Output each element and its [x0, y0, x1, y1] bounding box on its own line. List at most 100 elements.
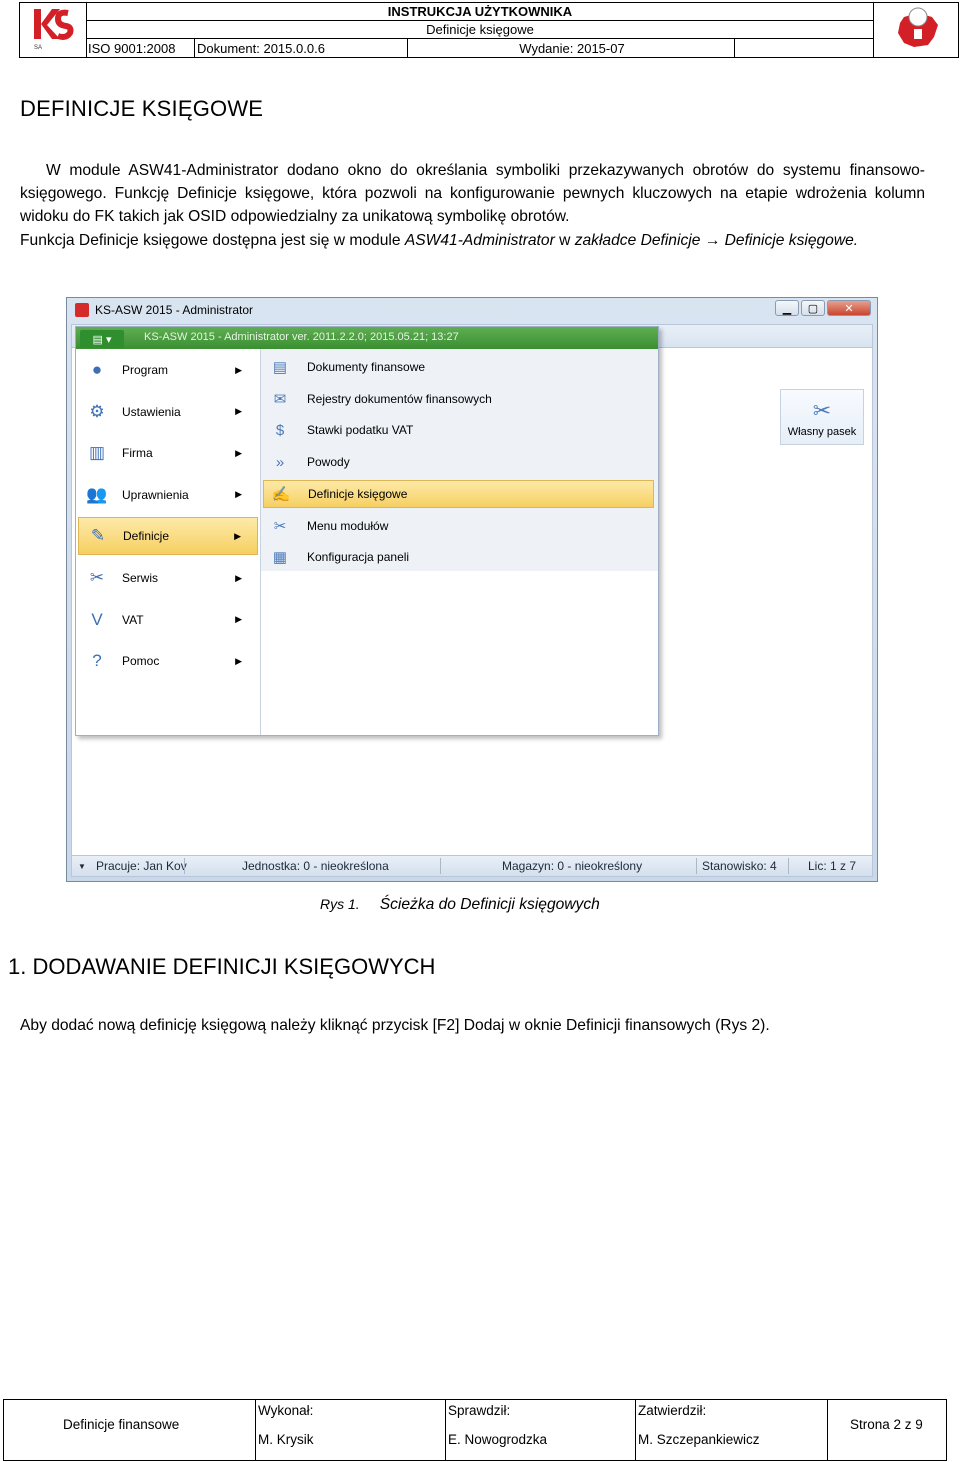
vat-icon: V — [91, 609, 103, 629]
submenu-item[interactable]: ✍ Definicje księgowe — [263, 479, 654, 508]
company-building-icon: ▥ — [88, 443, 106, 463]
status-user: Pracuje: Jan Kov — [96, 859, 187, 873]
manual-topic: Definicje księgowe — [86, 21, 874, 39]
footer-approved-value: M. Szczepankiewicz — [638, 1432, 760, 1447]
app-screenshot-window: KS-ASW 2015 - Administrator ▁ ▢ ✕ KS-ASW… — [66, 297, 878, 882]
service-tools-icon: ✂ — [89, 568, 105, 587]
submenu: ▤ Dokumenty finansowe ✉ Rejestry dokumentów… — [261, 349, 658, 571]
submenu-arrow-icon: ▶ — [235, 614, 242, 625]
submenu-item-label: Definicje księgowe — [308, 486, 408, 501]
submenu-arrow-icon: ▶ — [235, 655, 242, 666]
main-menu-item-vat[interactable]: V VAT ▶ — [78, 601, 258, 639]
submenu-arrow-icon: ▶ — [234, 530, 241, 541]
main-menu-item-ustawienia[interactable]: ⚙ Ustawienia ▶ — [78, 393, 258, 431]
popup-version-info: KS-ASW 2015 - Administrator ver. 2011.2.… — [144, 331, 459, 343]
close-button[interactable]: ✕ — [827, 300, 871, 316]
custom-toolbar-label: Własny pasek — [787, 426, 857, 438]
app-menu-button[interactable]: ▤ ▾ — [80, 330, 124, 348]
submenu-arrow-icon: ▶ — [235, 447, 242, 458]
main-menu-item-pomoc[interactable]: ? Pomoc ▶ — [78, 642, 258, 680]
iso-standard: ISO 9001:2008 — [86, 39, 195, 57]
app-menu-header: ▤ ▾ KS-ASW 2015 - Administrator ver. 201… — [76, 327, 658, 349]
submenu-item[interactable]: ▦ Konfiguracja paneli — [263, 543, 654, 571]
submenu-item[interactable]: $ Stawki podatku VAT — [263, 416, 654, 444]
footer-checked-label: Sprawdził: — [448, 1403, 511, 1418]
main-menu-item-label: Firma — [122, 446, 153, 461]
status-dropdown-icon[interactable]: ▼ — [78, 862, 86, 871]
main-menu-item-program[interactable]: ● Program ▶ — [78, 351, 258, 389]
ks-logo-icon: SA — [34, 9, 74, 51]
document-registers-icon: ✉ — [273, 390, 287, 408]
menu-path: zakładce Definicje → Definicje księgowe. — [574, 232, 859, 249]
submenu-item[interactable]: ▤ Dokumenty finansowe — [263, 353, 654, 381]
figure-number: Rys 1. — [320, 896, 360, 912]
program-icon: ● — [91, 360, 103, 379]
maximize-button[interactable]: ▢ — [801, 300, 825, 316]
footer-doc-name: Definicje finansowe — [63, 1417, 180, 1432]
submenu-arrow-icon: ▶ — [235, 572, 242, 583]
custom-toolbar-button[interactable]: ✂ Własny pasek — [780, 389, 864, 445]
module-menu-icon: ✂ — [273, 517, 287, 535]
svg-text:SA: SA — [34, 45, 42, 51]
company-logo: SA — [20, 3, 87, 57]
document-version: Dokument: 2015.0.0.6 — [195, 39, 408, 57]
footer-made-value: M. Krysik — [258, 1432, 314, 1447]
path-paragraph: Funkcja Definicje księgowe dostępna jest… — [20, 232, 859, 249]
main-menu-item-label: Serwis — [122, 571, 159, 585]
submenu-arrow-icon: ▶ — [235, 364, 242, 375]
custom-toolbar-icon: ✂ — [812, 398, 832, 423]
poland-map-certificate-icon — [898, 7, 938, 47]
minimize-button[interactable]: ▁ — [775, 300, 799, 316]
main-menu-item-serwis[interactable]: ✂ Serwis ▶ — [78, 559, 258, 597]
certification-logo — [873, 3, 958, 57]
page-title: DEFINICJE KSIĘGOWE — [20, 96, 264, 121]
status-unit: Jednostka: 0 - nieokreślona — [242, 859, 389, 873]
window-titlebar: KS-ASW 2015 - Administrator — [67, 298, 877, 322]
main-menu-item-label: Uprawnienia — [122, 487, 189, 502]
main-menu-item-definicje[interactable]: ✎ Definicje ▶ — [78, 517, 258, 556]
status-licenses: Lic: 1 z 7 — [808, 859, 857, 873]
intro-paragraph: W module ASW41-Administrator dodano okno… — [20, 162, 925, 225]
main-menu-item-uprawnienia[interactable]: 👥 Uprawnienia ▶ — [78, 476, 258, 514]
main-menu-item-label: Definicje — [123, 529, 170, 544]
figure-caption-text: Ścieżka do Definicji księgowych — [379, 896, 600, 913]
footer-approved-label: Zatwierdził: — [638, 1403, 707, 1418]
submenu-item-label: Powody — [307, 455, 350, 470]
section-text: Aby dodać nową definicję księgową należy… — [20, 1017, 770, 1034]
app-menu-popup: ▤ ▾ KS-ASW 2015 - Administrator ver. 201… — [75, 326, 659, 736]
submenu-arrow-icon: ▶ — [235, 406, 242, 417]
header-center: INSTRUKCJA UŻYTKOWNIKA Definicje księgow… — [86, 3, 874, 57]
main-menu-item-label: Pomoc — [122, 654, 160, 669]
submenu-item-label: Konfiguracja paneli — [307, 550, 410, 565]
help-icon: ? — [92, 651, 102, 671]
submenu-item[interactable]: ✉ Rejestry dokumentów finansowych — [263, 385, 654, 413]
submenu-item-label: Menu modułów — [307, 518, 389, 533]
main-menu-item-label: Ustawienia — [122, 404, 181, 419]
definitions-icon: ✎ — [90, 526, 106, 546]
main-menu-item-label: VAT — [122, 612, 144, 627]
document-footer: Definicje finansowe Wykonał: M. Krysik S… — [3, 1399, 947, 1461]
status-station: Stanowisko: 4 — [702, 859, 777, 873]
submenu-item-label: Dokumenty finansowe — [307, 360, 426, 374]
document-header: SA INSTRUKCJA UŻYTKOWNIKA Definicje księ… — [19, 2, 959, 58]
manual-type: INSTRUKCJA UŻYTKOWNIKA — [86, 3, 874, 21]
settings-gear-icon: ⚙ — [89, 401, 105, 421]
vat-rates-coins-icon: $ — [275, 421, 285, 439]
users-permissions-icon: 👥 — [86, 484, 108, 504]
status-bar: ▼ Pracuje: Jan Kov Jednostka: 0 - nieokr… — [71, 855, 873, 877]
submenu-item-label: Stawki podatku VAT — [307, 423, 414, 438]
submenu-item-label: Rejestry dokumentów finansowych — [307, 391, 492, 406]
main-menu: ● Program ▶ ⚙ Ustawienia ▶ ▥ Firma ▶ 👥 Uprawnienia… — [76, 349, 261, 735]
section-heading: 1. DODAWANIE DEFINICJI KSIĘGOWYCH — [8, 954, 436, 979]
reasons-arrows-icon: » — [275, 453, 285, 471]
submenu-item[interactable]: ✂ Menu modułów — [263, 512, 654, 540]
header-meta-row: ISO 9001:2008 Dokument: 2015.0.0.6 Wydan… — [86, 39, 874, 57]
accounting-definitions-icon: ✍ — [271, 485, 291, 503]
submenu-arrow-icon: ▶ — [235, 489, 242, 500]
submenu-item[interactable]: » Powody — [263, 448, 654, 476]
window-title: KS-ASW 2015 - Administrator — [95, 303, 254, 317]
status-warehouse: Magazyn: 0 - nieokreślony — [502, 859, 643, 873]
main-menu-item-firma[interactable]: ▥ Firma ▶ — [78, 434, 258, 472]
edition-date: Wydanie: 2015-07 — [408, 39, 735, 57]
module-name: ASW41-Administrator — [404, 232, 555, 249]
